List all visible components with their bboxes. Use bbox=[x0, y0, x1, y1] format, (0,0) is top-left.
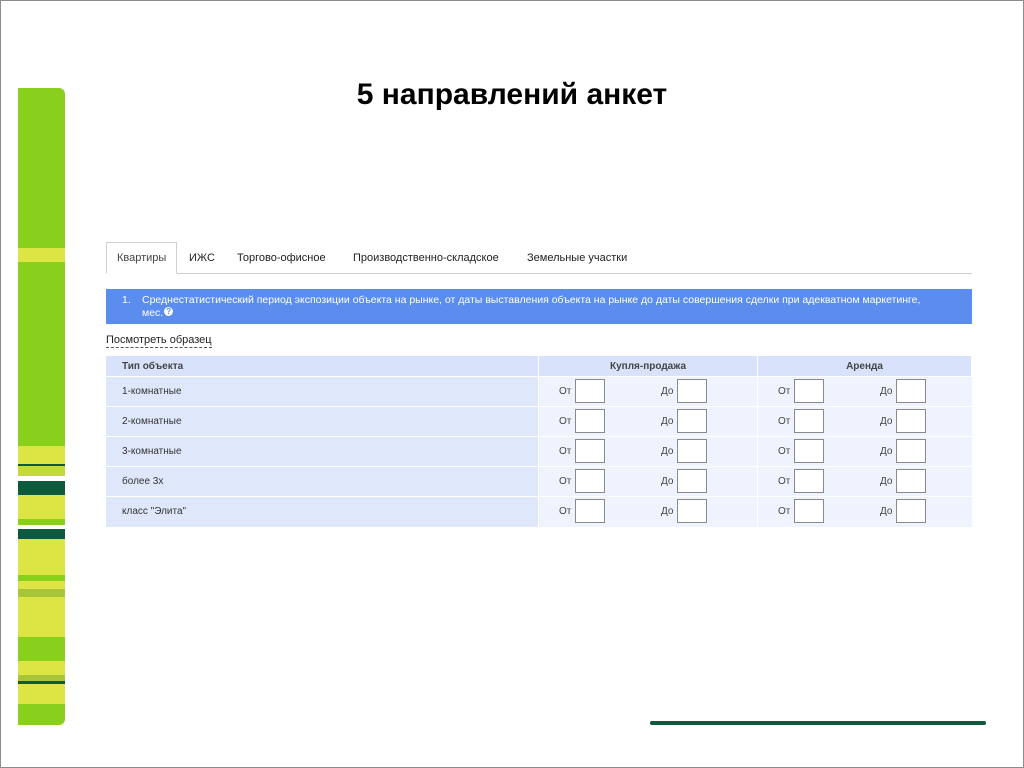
stripe bbox=[18, 661, 65, 675]
from-label: От bbox=[778, 446, 791, 457]
buy-range-cell: От До bbox=[538, 376, 758, 407]
object-type-cell: 1-комнатные bbox=[106, 376, 539, 407]
rent-to-input[interactable] bbox=[896, 439, 926, 463]
stripe bbox=[18, 597, 65, 637]
to-label: До bbox=[880, 386, 893, 397]
stripe bbox=[18, 466, 65, 476]
view-sample-link[interactable]: Посмотреть образец bbox=[106, 334, 212, 348]
object-type-cell: 2-комнатные bbox=[106, 406, 539, 437]
rent-to-input[interactable] bbox=[896, 379, 926, 403]
rent-range-cell: От До bbox=[757, 466, 972, 497]
stripe bbox=[18, 529, 65, 539]
rent-to-input[interactable] bbox=[896, 469, 926, 493]
object-type-cell: 3-комнатные bbox=[106, 436, 539, 467]
buy-range-cell: От До bbox=[538, 436, 758, 467]
rent-range-cell: От До bbox=[757, 376, 972, 407]
to-label: До bbox=[661, 506, 674, 517]
from-label: От bbox=[778, 386, 791, 397]
footer-line bbox=[650, 721, 986, 725]
stripe bbox=[18, 684, 65, 704]
buy-from-input[interactable] bbox=[575, 409, 605, 433]
from-label: От bbox=[778, 416, 791, 427]
price-range-table: Тип объекта Купля-продажа Аренда 1-комна… bbox=[106, 356, 972, 527]
stripe bbox=[18, 581, 65, 589]
table-row: 3-комнатные От До От До bbox=[106, 436, 972, 467]
tab-izhs[interactable]: ИЖС bbox=[189, 252, 215, 264]
to-label: До bbox=[880, 416, 893, 427]
rent-range-cell: От До bbox=[757, 436, 972, 467]
to-label: До bbox=[661, 416, 674, 427]
from-label: От bbox=[559, 476, 572, 487]
rent-to-input[interactable] bbox=[896, 409, 926, 433]
tab-land-plots[interactable]: Земельные участки bbox=[527, 252, 627, 264]
from-label: От bbox=[559, 416, 572, 427]
buy-range-cell: От До bbox=[538, 466, 758, 497]
tab-industrial-warehouse[interactable]: Производственно-складское bbox=[353, 252, 499, 264]
rent-from-input[interactable] bbox=[794, 499, 824, 523]
stripe bbox=[18, 704, 65, 725]
stripe bbox=[18, 539, 65, 575]
to-label: До bbox=[661, 386, 674, 397]
buy-to-input[interactable] bbox=[677, 379, 707, 403]
survey-form-panel: Квартиры ИЖС Торгово-офисное Производств… bbox=[106, 242, 972, 527]
from-label: От bbox=[559, 446, 572, 457]
from-label: От bbox=[559, 386, 572, 397]
from-label: От bbox=[778, 506, 791, 517]
stripe bbox=[18, 446, 65, 464]
tab-apartments[interactable]: Квартиры bbox=[106, 242, 178, 274]
tab-retail-office[interactable]: Торгово-офисное bbox=[237, 252, 326, 264]
stripe bbox=[18, 481, 65, 495]
object-type-cell: класс "Элита" bbox=[106, 496, 539, 527]
rent-range-cell: От До bbox=[757, 406, 972, 437]
to-label: До bbox=[661, 476, 674, 487]
stripe bbox=[18, 248, 65, 262]
from-label: От bbox=[559, 506, 572, 517]
stripe bbox=[18, 637, 65, 661]
buy-to-input[interactable] bbox=[677, 499, 707, 523]
rent-from-input[interactable] bbox=[794, 439, 824, 463]
stripe bbox=[18, 495, 65, 519]
header-rent: Аренда bbox=[757, 356, 972, 377]
buy-range-cell: От До bbox=[538, 406, 758, 437]
rent-from-input[interactable] bbox=[794, 379, 824, 403]
question-number: 1. bbox=[122, 294, 131, 306]
header-object-type: Тип объекта bbox=[106, 356, 539, 377]
to-label: До bbox=[880, 446, 893, 457]
slide-title: 5 направлений анкет bbox=[356, 78, 668, 111]
rent-to-input[interactable] bbox=[896, 499, 926, 523]
buy-from-input[interactable] bbox=[575, 379, 605, 403]
to-label: До bbox=[880, 476, 893, 487]
buy-from-input[interactable] bbox=[575, 469, 605, 493]
buy-to-input[interactable] bbox=[677, 439, 707, 463]
question-banner: 1. Среднестатистический период экспозици… bbox=[106, 289, 972, 324]
buy-from-input[interactable] bbox=[575, 439, 605, 463]
header-purchase: Купля-продажа bbox=[538, 356, 758, 377]
buy-to-input[interactable] bbox=[677, 469, 707, 493]
stripe bbox=[18, 88, 65, 248]
buy-range-cell: От До bbox=[538, 496, 758, 527]
table-row: 2-комнатные От До От До bbox=[106, 406, 972, 437]
stripe bbox=[18, 519, 65, 525]
object-type-cell: более 3х bbox=[106, 466, 539, 497]
table-row: 1-комнатные От До От До bbox=[106, 376, 972, 407]
rent-from-input[interactable] bbox=[794, 409, 824, 433]
decorative-stripe-band bbox=[18, 88, 65, 725]
stripe bbox=[18, 589, 65, 597]
table-row: более 3х От До От До bbox=[106, 466, 972, 497]
to-label: До bbox=[880, 506, 893, 517]
rent-from-input[interactable] bbox=[794, 469, 824, 493]
stripe bbox=[18, 262, 65, 446]
question-icon[interactable]: ? bbox=[164, 307, 174, 316]
to-label: До bbox=[661, 446, 674, 457]
table-row: класс "Элита" От До От До bbox=[106, 496, 972, 527]
rent-range-cell: От До bbox=[757, 496, 972, 527]
tab-bar: Квартиры ИЖС Торгово-офисное Производств… bbox=[106, 242, 972, 274]
from-label: От bbox=[778, 476, 791, 487]
buy-from-input[interactable] bbox=[575, 499, 605, 523]
buy-to-input[interactable] bbox=[677, 409, 707, 433]
question-text: Среднестатистический период экспозиции о… bbox=[142, 294, 921, 319]
